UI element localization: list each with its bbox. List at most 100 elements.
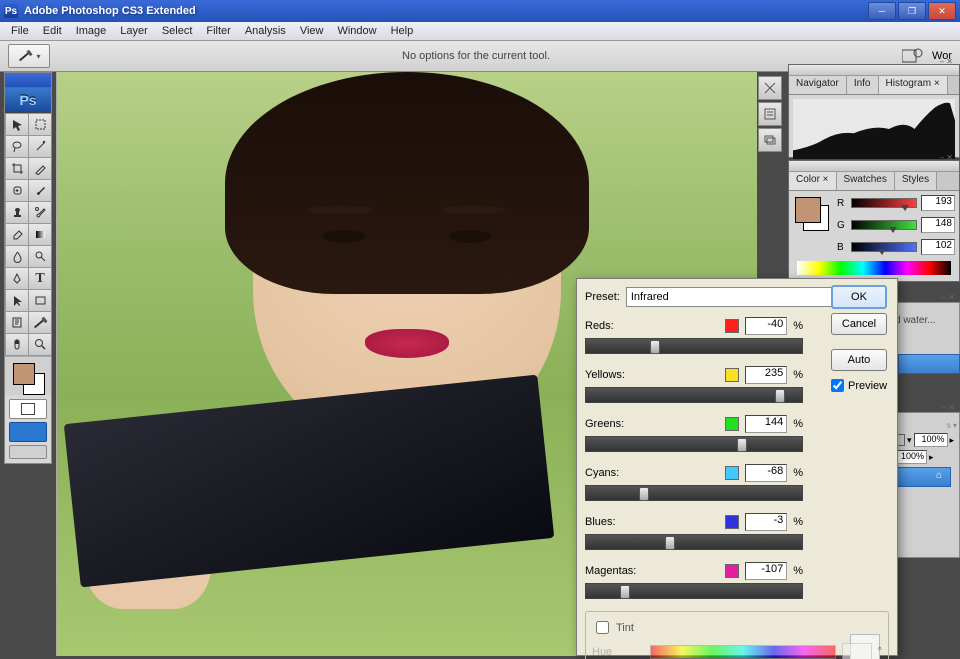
greens-value-input[interactable]: 144 <box>745 415 787 433</box>
magentas-value-input[interactable]: -107 <box>745 562 787 580</box>
eyedropper-icon <box>17 48 33 64</box>
color-slider-b[interactable]: B 102 <box>837 239 955 255</box>
workspace-icon[interactable] <box>902 48 924 64</box>
tool-dodge[interactable] <box>29 246 51 267</box>
color-slider-r[interactable]: R 193 <box>837 195 955 211</box>
preview-checkbox-input[interactable] <box>831 379 844 392</box>
color-slider-g[interactable]: G 148 <box>837 217 955 233</box>
foreground-color-swatch[interactable] <box>13 363 35 385</box>
tint-checkbox-input[interactable] <box>596 621 609 634</box>
color-swatches[interactable] <box>5 356 51 395</box>
menu-help[interactable]: Help <box>384 23 421 39</box>
menu-window[interactable]: Window <box>330 23 383 39</box>
tool-path-select[interactable] <box>6 290 28 311</box>
tool-type[interactable]: T <box>29 268 51 289</box>
tool-move[interactable] <box>6 114 28 135</box>
toolbox-drag-handle[interactable] <box>5 73 51 88</box>
yellows-slider[interactable] <box>585 387 803 403</box>
cyans-value-input[interactable]: -68 <box>745 464 787 482</box>
tab-histogram[interactable]: Histogram × <box>879 76 948 94</box>
channel-greens: Greens: 144 % <box>585 415 803 452</box>
tint-section: Tint Hue ° Saturation % <box>585 611 889 659</box>
color-fg-swatch[interactable] <box>795 197 821 223</box>
quickmask-toggle[interactable] <box>9 399 47 419</box>
auto-button[interactable]: Auto <box>831 349 887 371</box>
menu-file[interactable]: File <box>4 23 36 39</box>
menu-image[interactable]: Image <box>69 23 114 39</box>
tool-crop[interactable] <box>6 158 28 179</box>
color-spectrum[interactable] <box>797 261 951 275</box>
toolbox-panel: Ps T <box>4 72 52 464</box>
screen-mode-extra[interactable] <box>9 445 47 459</box>
tool-wand[interactable] <box>29 136 51 157</box>
greens-slider[interactable] <box>585 436 803 452</box>
dock-brushes-icon[interactable] <box>758 76 782 100</box>
tool-blur[interactable] <box>6 246 28 267</box>
reds-swatch-icon <box>725 319 739 333</box>
current-tool-preset[interactable]: ▾ <box>8 44 50 68</box>
cancel-button[interactable]: Cancel <box>831 313 887 335</box>
menu-view[interactable]: View <box>293 23 331 39</box>
yellows-swatch-icon <box>725 368 739 382</box>
preset-label: Preset: <box>585 291 620 303</box>
menu-select[interactable]: Select <box>155 23 200 39</box>
tool-shape[interactable] <box>29 290 51 311</box>
tab-navigator[interactable]: Navigator <box>789 76 847 94</box>
panel-close-icon[interactable]: – ✕ <box>942 293 955 302</box>
panel-close-icon[interactable]: – ✕ <box>931 153 953 161</box>
ok-button[interactable]: OK <box>831 285 887 309</box>
reds-slider[interactable] <box>585 338 803 354</box>
opacity-field[interactable]: 100% <box>914 433 948 447</box>
menu-bar: File Edit Image Layer Select Filter Anal… <box>0 22 960 41</box>
tab-info[interactable]: Info <box>847 76 879 94</box>
tool-eraser[interactable] <box>6 224 28 245</box>
minimize-button[interactable]: ─ <box>868 2 896 20</box>
tool-history-brush[interactable] <box>29 202 51 223</box>
panel-close-icon[interactable]: – ✕ <box>942 403 955 412</box>
menu-analysis[interactable]: Analysis <box>238 23 293 39</box>
panel-close-icon[interactable]: – ✕ <box>931 57 953 65</box>
dock-layercomps-icon[interactable] <box>758 128 782 152</box>
cyans-slider[interactable] <box>585 485 803 501</box>
lock-icon: ⌂ <box>936 470 946 480</box>
tool-notes[interactable] <box>6 312 28 333</box>
reds-value-input[interactable]: -40 <box>745 317 787 335</box>
tool-pen[interactable] <box>6 268 28 289</box>
panel-drag-handle[interactable] <box>789 65 959 76</box>
menu-layer[interactable]: Layer <box>113 23 155 39</box>
panel-drag-handle[interactable] <box>789 161 959 172</box>
tool-healing[interactable] <box>6 180 28 201</box>
tool-gradient[interactable] <box>29 224 51 245</box>
hue-slider[interactable] <box>650 645 836 659</box>
tab-styles[interactable]: Styles <box>895 172 937 190</box>
tool-marquee[interactable] <box>29 114 51 135</box>
dock-toolpresets-icon[interactable] <box>758 102 782 126</box>
tint-checkbox[interactable]: Tint <box>592 618 882 637</box>
menu-edit[interactable]: Edit <box>36 23 69 39</box>
blues-slider[interactable] <box>585 534 803 550</box>
blues-value-input[interactable]: -3 <box>745 513 787 531</box>
hue-value-input[interactable] <box>842 643 872 659</box>
tab-color[interactable]: Color × <box>789 172 837 190</box>
black-and-white-dialog: OK Cancel Auto Preview Preset: Infrared … <box>576 278 898 656</box>
tool-hand[interactable] <box>6 334 28 355</box>
layer-row-selected[interactable]: ⌂ <box>893 467 951 487</box>
partial-panel-label: d water... <box>895 315 955 326</box>
magentas-slider[interactable] <box>585 583 803 599</box>
close-button[interactable]: ✕ <box>928 2 956 20</box>
screen-mode-standard[interactable] <box>9 422 47 442</box>
fill-field[interactable]: 100% <box>893 450 927 464</box>
partial-layer-strip[interactable] <box>898 354 960 374</box>
tool-lasso[interactable] <box>6 136 28 157</box>
yellows-value-input[interactable]: 235 <box>745 366 787 384</box>
tab-swatches[interactable]: Swatches <box>837 172 895 190</box>
tool-zoom[interactable] <box>29 334 51 355</box>
tool-eyedropper[interactable] <box>29 312 51 333</box>
menu-filter[interactable]: Filter <box>199 23 237 39</box>
tool-brush[interactable] <box>29 180 51 201</box>
maximize-button[interactable]: ❐ <box>898 2 926 20</box>
tool-slice[interactable] <box>29 158 51 179</box>
tool-stamp[interactable] <box>6 202 28 223</box>
app-icon: Ps <box>4 4 18 18</box>
preview-checkbox[interactable]: Preview <box>831 379 887 392</box>
